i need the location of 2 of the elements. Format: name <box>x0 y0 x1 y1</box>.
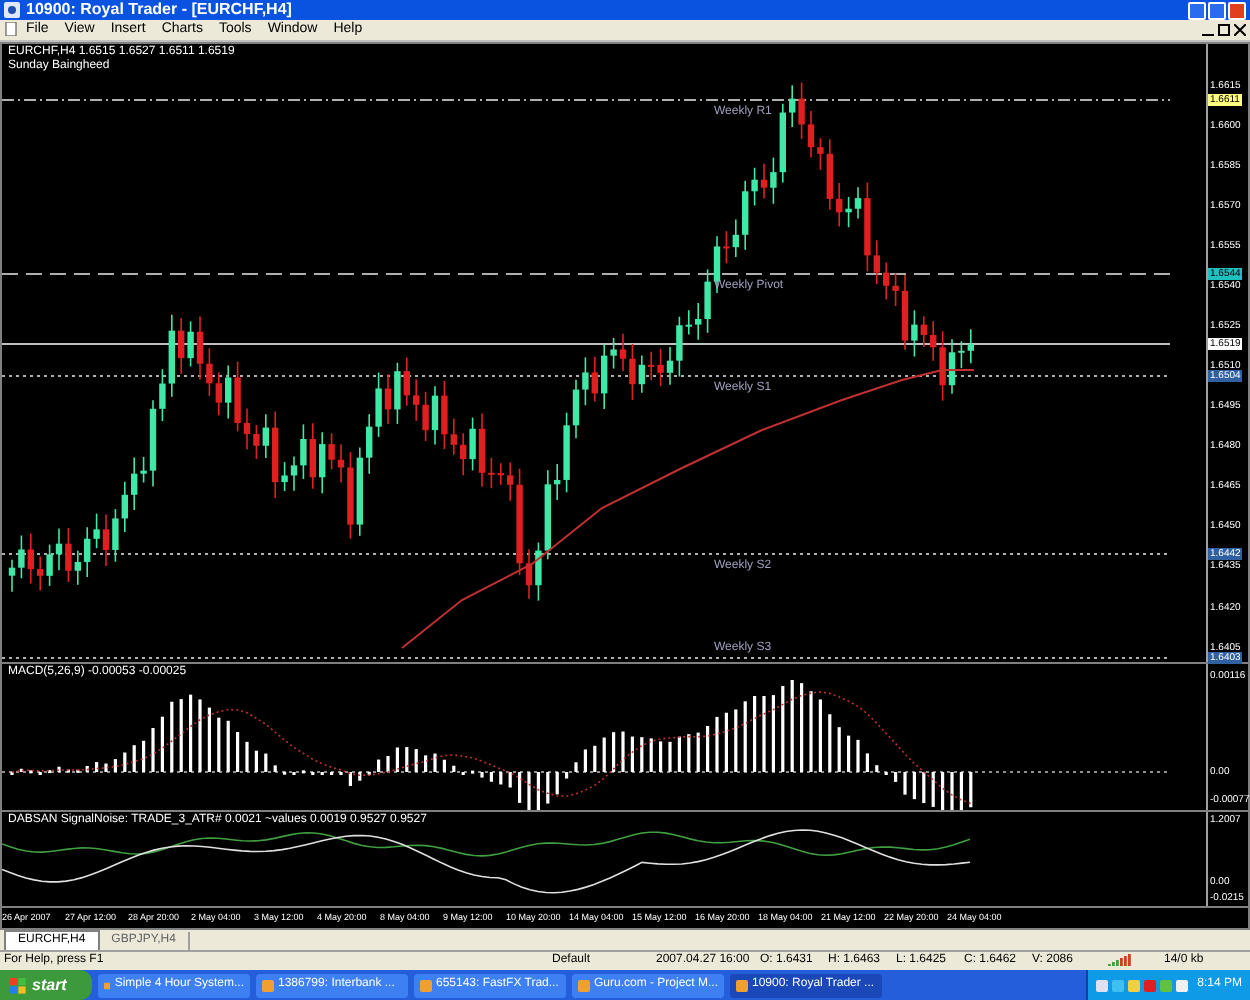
start-button[interactable]: start <box>0 970 92 1000</box>
window-title: 10900: Royal Trader - [EURCHF,H4] <box>26 2 294 19</box>
